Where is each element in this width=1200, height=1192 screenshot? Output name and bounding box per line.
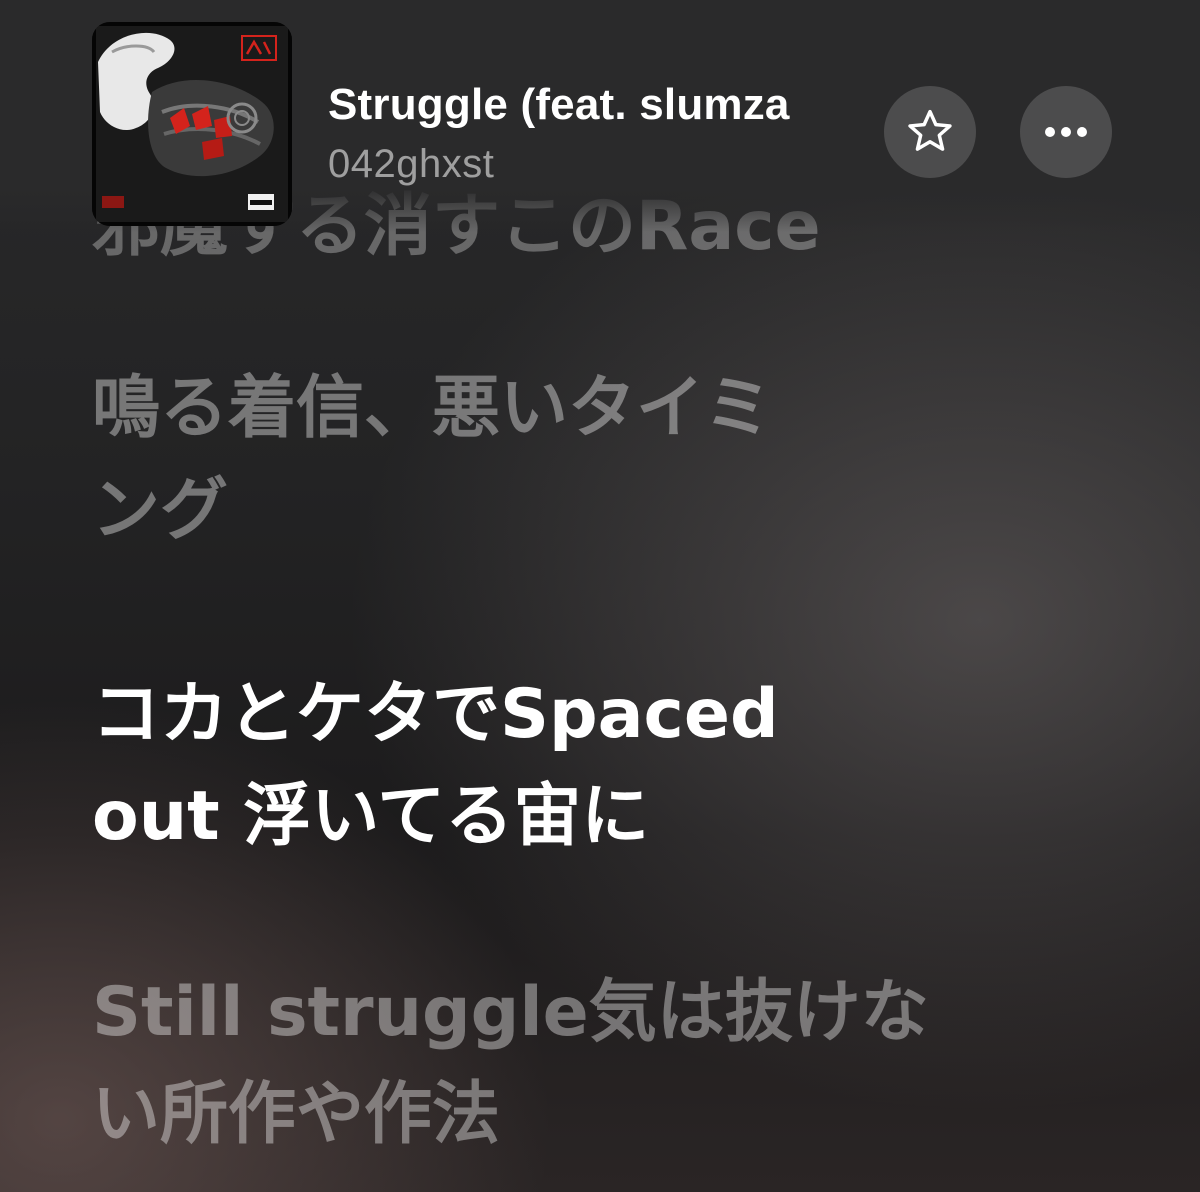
lyric-line-current[interactable]: コカとケタでSpaced out 浮いてる宙に — [92, 664, 1092, 868]
favorite-button[interactable] — [884, 86, 976, 178]
star-outline-icon — [908, 109, 952, 151]
song-title[interactable]: Struggle (feat. slumza — [328, 80, 873, 130]
ellipsis-icon — [1045, 127, 1087, 137]
album-artwork-image — [92, 22, 292, 226]
more-options-button[interactable] — [1020, 86, 1112, 178]
lyric-line-next[interactable]: Still struggle気は抜けな い所作や作法 — [92, 962, 1092, 1166]
album-artwork[interactable] — [92, 22, 292, 226]
now-playing-header: Struggle (feat. slumza 042ghxst — [0, 0, 1200, 230]
lyric-line-past[interactable]: 鳴る着信、悪いタイミ ング — [92, 358, 1092, 562]
artist-name[interactable]: 042ghxst — [328, 142, 494, 187]
